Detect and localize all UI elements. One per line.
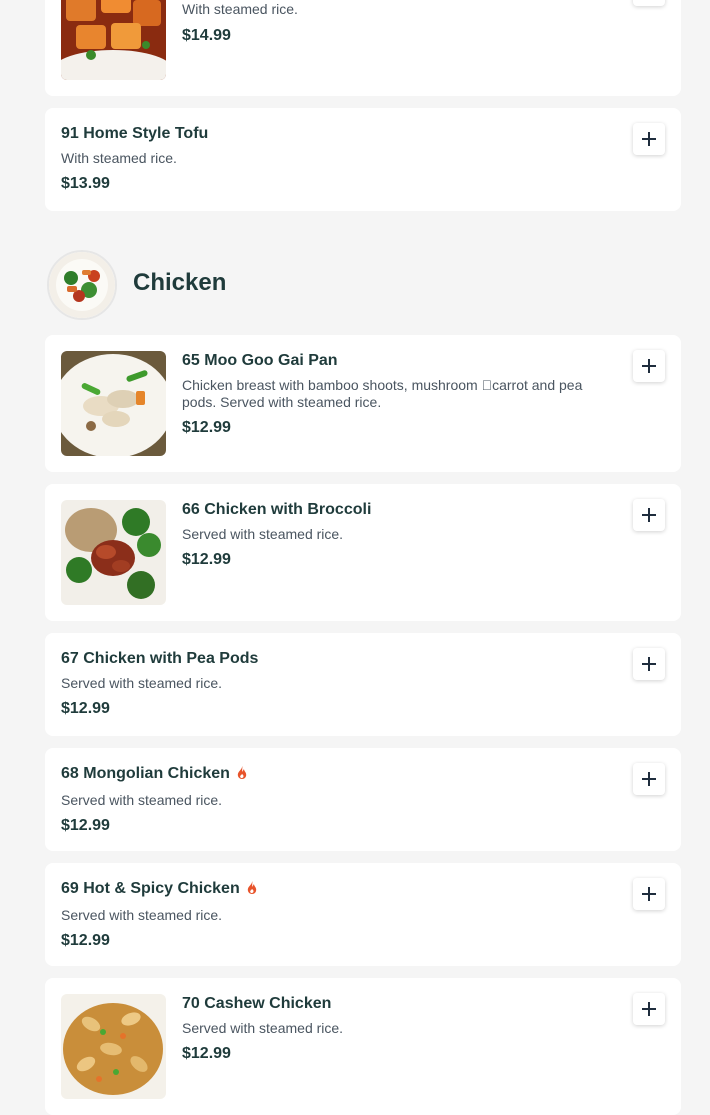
item-price: $14.99 [182, 27, 231, 44]
add-item-button[interactable] [633, 499, 665, 531]
flame-icon [236, 765, 248, 786]
section-photo [47, 250, 117, 320]
add-item-button[interactable] [633, 648, 665, 680]
plus-icon [642, 887, 656, 901]
item-name: 65 Moo Goo Gai Pan [182, 352, 338, 369]
menu-item-card[interactable]: 70 Cashew Chicken Served with steamed ri… [45, 978, 681, 1115]
add-item-button[interactable] [633, 350, 665, 382]
add-item-button[interactable] [633, 878, 665, 910]
item-name: 67 Chicken with Pea Pods [61, 650, 259, 667]
item-description: Served with steamed rice. [182, 526, 344, 542]
dish-photo-moo-goo-gai-pan [61, 351, 166, 456]
item-name-row: 68 Mongolian Chicken [61, 764, 591, 786]
plus-icon [642, 132, 656, 146]
plus-icon [642, 508, 656, 522]
add-item-button[interactable] [633, 123, 665, 155]
plus-icon [642, 1002, 656, 1016]
add-item-button[interactable] [633, 763, 665, 795]
menu-item-card[interactable]: 68 Mongolian Chicken Served with steamed… [45, 748, 681, 851]
item-name: 68 Mongolian Chicken [61, 765, 230, 782]
item-description: With steamed rice. [182, 1, 298, 17]
item-price: $12.99 [61, 817, 110, 834]
dish-photo-cashew-chicken [61, 994, 166, 1099]
menu-item-card[interactable]: 66 Chicken with Broccoli Served with ste… [45, 484, 681, 621]
item-name: 91 Home Style Tofu [61, 125, 209, 142]
item-description: Served with steamed rice. [61, 675, 223, 691]
item-description: Served with steamed rice. [61, 792, 223, 808]
item-price: $13.99 [61, 175, 110, 192]
menu-item-card[interactable]: 67 Chicken with Pea Pods Served with ste… [45, 633, 681, 736]
item-description: Chicken breast with bamboo shoots, mushr… [182, 377, 583, 410]
item-price: $12.99 [182, 551, 231, 568]
plus-icon [642, 359, 656, 373]
add-item-button[interactable] [633, 0, 665, 6]
item-description: Served with steamed rice. [61, 907, 223, 923]
menu-item-card[interactable]: 69 Hot & Spicy Chicken Served with steam… [45, 863, 681, 966]
section-title: Chicken [133, 269, 227, 296]
dish-photo-tofu [61, 0, 166, 80]
item-name: 70 Cashew Chicken [182, 995, 332, 1012]
item-price: $12.99 [61, 932, 110, 949]
item-name: 69 Hot & Spicy Chicken [61, 880, 240, 897]
add-item-button[interactable] [633, 993, 665, 1025]
item-price: $12.99 [182, 419, 231, 436]
item-price: $12.99 [182, 1045, 231, 1062]
plus-icon [642, 772, 656, 786]
flame-icon [246, 880, 258, 901]
dish-photo-chicken-broccoli [61, 500, 166, 605]
item-description: With steamed rice. [61, 150, 177, 166]
item-description: Served with steamed rice. [182, 1020, 344, 1036]
menu-item-card[interactable]: 91 Home Style Tofu With steamed rice. $1… [45, 108, 681, 211]
menu-item-card[interactable]: With steamed rice. $14.99 [45, 0, 681, 96]
menu-item-card[interactable]: 65 Moo Goo Gai Pan Chicken breast with b… [45, 335, 681, 472]
plus-icon [642, 657, 656, 671]
item-name: 66 Chicken with Broccoli [182, 501, 372, 518]
item-name-row: 69 Hot & Spicy Chicken [61, 879, 591, 901]
item-price: $12.99 [61, 700, 110, 717]
section-header-chicken: Chicken [45, 248, 681, 320]
